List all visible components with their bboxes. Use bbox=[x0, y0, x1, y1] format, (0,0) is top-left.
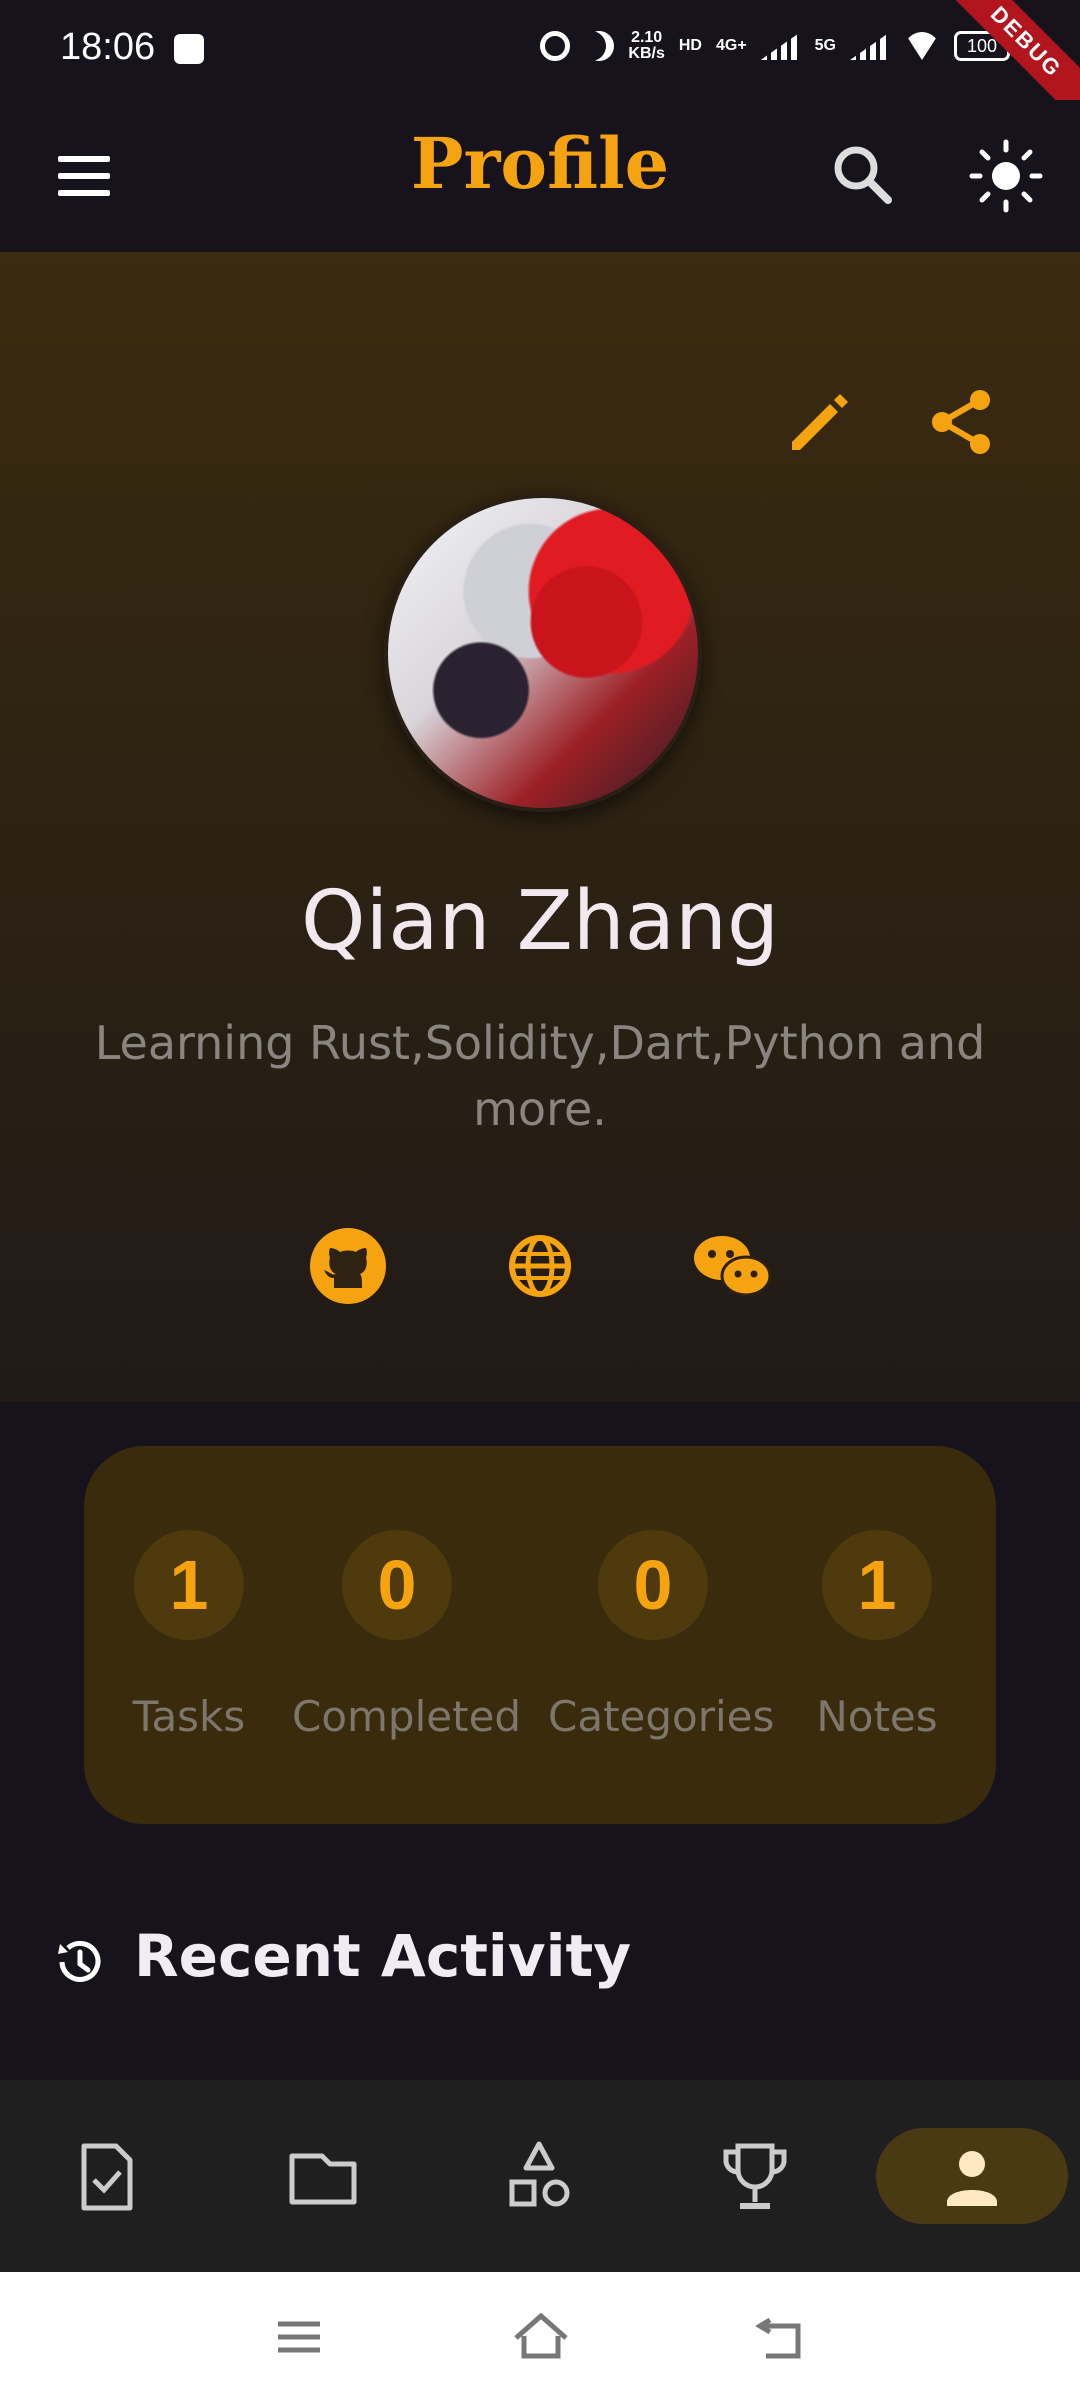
network-speed: 2.10 KB/s bbox=[628, 30, 664, 62]
stat-value: 1 bbox=[822, 1530, 932, 1640]
alarm-icon bbox=[540, 31, 571, 61]
recent-apps-icon[interactable] bbox=[264, 2302, 334, 2372]
back-icon[interactable] bbox=[746, 2302, 816, 2372]
shapes-icon[interactable] bbox=[494, 2132, 584, 2222]
profile-bio: Learning Rust,Solidity,Dart,Python and m… bbox=[94, 1016, 986, 1136]
usb-debug-icon bbox=[174, 34, 204, 64]
trophy-icon[interactable] bbox=[710, 2132, 800, 2222]
hd-indicator: HD bbox=[678, 37, 702, 54]
task-checklist-icon[interactable] bbox=[62, 2132, 152, 2222]
stat-label: Completed bbox=[292, 1692, 522, 1741]
github-icon[interactable] bbox=[304, 1222, 392, 1310]
stat-notes[interactable]: 1 Notes bbox=[802, 1530, 952, 1741]
stat-label: Categories bbox=[548, 1692, 775, 1741]
pencil-icon[interactable] bbox=[776, 380, 860, 464]
network-speed-unit: KB/s bbox=[628, 45, 665, 62]
sun-icon[interactable] bbox=[964, 134, 1048, 218]
stat-tasks[interactable]: 1 Tasks bbox=[114, 1530, 264, 1741]
stats-card: 1 Tasks 0 Completed 0 Categories 1 Notes bbox=[84, 1446, 996, 1824]
stat-value: 0 bbox=[598, 1530, 708, 1640]
person-icon[interactable] bbox=[927, 2132, 1017, 2222]
section-title-recent-activity: Recent Activity bbox=[134, 1922, 632, 1990]
wifi-icon bbox=[904, 32, 940, 60]
network-speed-value: 2.10 bbox=[631, 29, 663, 46]
page-title: Profile bbox=[410, 122, 670, 205]
history-icon bbox=[50, 1934, 106, 1990]
status-time: 18:06 bbox=[60, 26, 156, 68]
stat-completed[interactable]: 0 Completed bbox=[292, 1530, 522, 1741]
network-4g-label: 4G+ bbox=[715, 37, 747, 54]
profile-header: Qian Zhang Learning Rust,Solidity,Dart,P… bbox=[0, 252, 1080, 1402]
stat-label: Tasks bbox=[132, 1692, 246, 1741]
share-icon[interactable] bbox=[920, 380, 1004, 464]
bottom-navigation bbox=[0, 2080, 1080, 2272]
stat-value: 0 bbox=[342, 1530, 452, 1640]
avatar[interactable] bbox=[384, 494, 702, 812]
home-icon[interactable] bbox=[506, 2302, 576, 2372]
status-bar: 18:06 2.10 KB/s HD 4G+ 5G 100 DEBUG bbox=[0, 0, 1080, 127]
do-not-disturb-icon bbox=[584, 31, 614, 61]
system-navigation-bar bbox=[0, 2272, 1080, 2400]
network-5g-label: 5G bbox=[814, 37, 836, 54]
status-icons: 2.10 KB/s HD 4G+ 5G 100 bbox=[540, 30, 1010, 62]
stat-label: Notes bbox=[816, 1692, 938, 1741]
signal-5g-icon bbox=[850, 32, 890, 60]
wechat-icon[interactable] bbox=[688, 1222, 776, 1310]
stat-categories[interactable]: 0 Categories bbox=[548, 1530, 775, 1741]
app-bar: Profile bbox=[0, 100, 1080, 252]
stat-value: 1 bbox=[134, 1530, 244, 1640]
folder-icon[interactable] bbox=[278, 2132, 368, 2222]
profile-name: Qian Zhang bbox=[300, 874, 780, 969]
signal-4g-icon bbox=[760, 32, 801, 60]
search-icon[interactable] bbox=[822, 134, 906, 218]
globe-icon[interactable] bbox=[496, 1222, 584, 1310]
